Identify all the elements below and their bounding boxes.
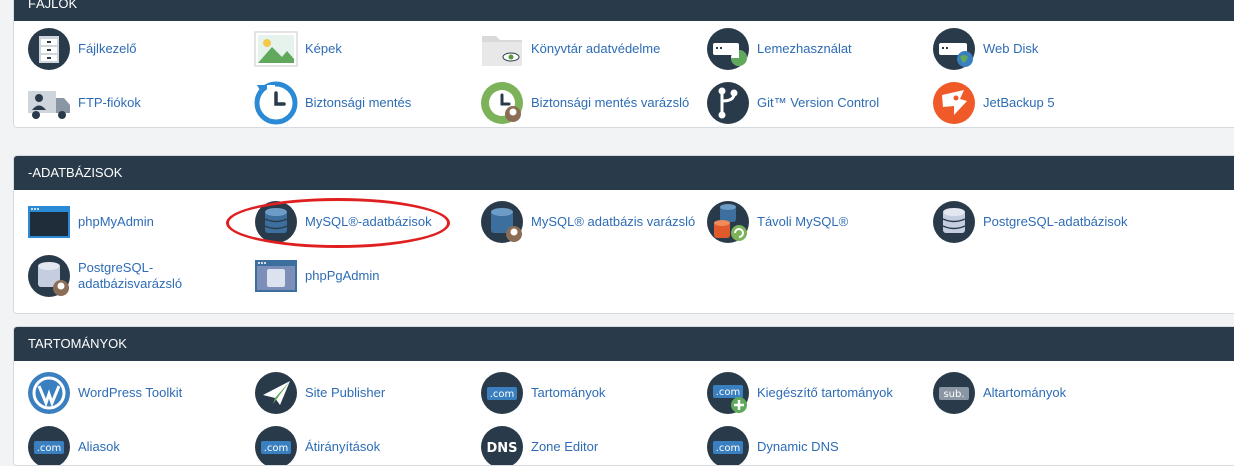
phpmyadmin-window-icon bbox=[28, 206, 70, 238]
paper-plane-icon bbox=[255, 372, 297, 414]
svg-text:sub.: sub. bbox=[943, 389, 964, 400]
svg-text:.com: .com bbox=[490, 389, 515, 400]
svg-text:.com: .com bbox=[716, 443, 741, 454]
web-disk-link[interactable]: Web Disk bbox=[932, 25, 1038, 73]
domains-panel: TARTOMÁNYOK WordPress Toolkit Site Publi… bbox=[13, 326, 1234, 466]
subdomain-icon: sub. bbox=[933, 372, 975, 414]
remote-database-icon bbox=[707, 201, 749, 243]
aliases-link[interactable]: .com Aliasok bbox=[27, 423, 120, 465]
jetbackup-link[interactable]: JetBackup 5 bbox=[932, 79, 1055, 127]
svg-text:.com: .com bbox=[264, 443, 289, 454]
images-link[interactable]: Képek bbox=[254, 25, 342, 73]
git-version-control-link[interactable]: Git™ Version Control bbox=[706, 79, 879, 127]
databases-panel: -ADATBÁZISOK phpMyAdmin MySQL®-adatbázis… bbox=[13, 155, 1234, 314]
file-cabinet-icon bbox=[28, 28, 70, 70]
redirect-icon: .com bbox=[255, 426, 297, 465]
dynamic-dns-icon: .com bbox=[707, 426, 749, 465]
image-icon bbox=[254, 31, 298, 67]
zone-editor-link[interactable]: DNS Zone Editor bbox=[480, 423, 598, 465]
postgresql-database-icon bbox=[933, 201, 975, 243]
dotcom-icon: .com bbox=[481, 372, 523, 414]
folder-eye-icon bbox=[482, 36, 522, 66]
databases-panel-title: -ADATBÁZISOK bbox=[14, 156, 1234, 190]
disk-usage-link[interactable]: Lemezhasználat bbox=[706, 25, 852, 73]
jetbackup-icon bbox=[933, 82, 975, 124]
ftp-accounts-link[interactable]: FTP-fiókok bbox=[27, 79, 141, 127]
file-manager-link[interactable]: Fájlkezelő bbox=[27, 25, 137, 73]
remote-mysql-link[interactable]: Távoli MySQL® bbox=[706, 198, 848, 246]
phppgadmin-window-icon bbox=[255, 260, 297, 292]
database-wizard-icon bbox=[481, 201, 523, 243]
site-publisher-link[interactable]: Site Publisher bbox=[254, 369, 385, 417]
wordpress-toolkit-link[interactable]: WordPress Toolkit bbox=[27, 369, 182, 417]
backup-link[interactable]: Biztonsági mentés bbox=[254, 79, 411, 127]
postgresql-wizard-icon bbox=[28, 255, 70, 297]
disk-usage-icon bbox=[707, 28, 749, 70]
backup-wizard-icon bbox=[481, 82, 523, 124]
addon-dotcom-icon: .com bbox=[707, 372, 749, 414]
git-branch-icon bbox=[707, 82, 749, 124]
svg-text:.com: .com bbox=[37, 443, 62, 454]
redirects-link[interactable]: .com Átirányítások bbox=[254, 423, 380, 465]
dns-icon: DNS bbox=[481, 426, 523, 465]
files-panel: FÁJLOK Fájlkezelő Képek Könyvtár adatvéd… bbox=[13, 0, 1234, 128]
postgresql-databases-link[interactable]: PostgreSQL-adatbázisok bbox=[932, 198, 1128, 246]
files-panel-title: FÁJLOK bbox=[14, 0, 1234, 21]
postgresql-wizard-link[interactable]: PostgreSQL-adatbázisvarázsló bbox=[27, 252, 188, 300]
ftp-truck-icon bbox=[28, 91, 70, 119]
addon-domains-link[interactable]: .com Kiegészítő tartományok bbox=[706, 369, 893, 417]
mysql-databases-link[interactable]: MySQL®-adatbázisok bbox=[254, 198, 432, 246]
backup-wizard-link[interactable]: Biztonsági mentés varázsló bbox=[480, 79, 689, 127]
alias-icon: .com bbox=[28, 426, 70, 465]
svg-text:.com: .com bbox=[716, 387, 741, 398]
dynamic-dns-link[interactable]: .com Dynamic DNS bbox=[706, 423, 839, 465]
subdomains-link[interactable]: sub. Altartományok bbox=[932, 369, 1066, 417]
mysql-database-wizard-link[interactable]: MySQL® adatbázis varázsló bbox=[480, 198, 695, 246]
domains-panel-title: TARTOMÁNYOK bbox=[14, 327, 1234, 361]
phppgadmin-link[interactable]: phpPgAdmin bbox=[254, 252, 379, 300]
svg-text:DNS: DNS bbox=[486, 441, 517, 456]
database-icon bbox=[255, 201, 297, 243]
domains-link[interactable]: .com Tartományok bbox=[480, 369, 605, 417]
phpmyadmin-link[interactable]: phpMyAdmin bbox=[27, 198, 154, 246]
wordpress-icon bbox=[28, 372, 70, 414]
directory-privacy-link[interactable]: Könyvtár adatvédelme bbox=[480, 25, 660, 73]
backup-clock-icon bbox=[254, 81, 298, 125]
web-disk-icon bbox=[933, 28, 975, 70]
